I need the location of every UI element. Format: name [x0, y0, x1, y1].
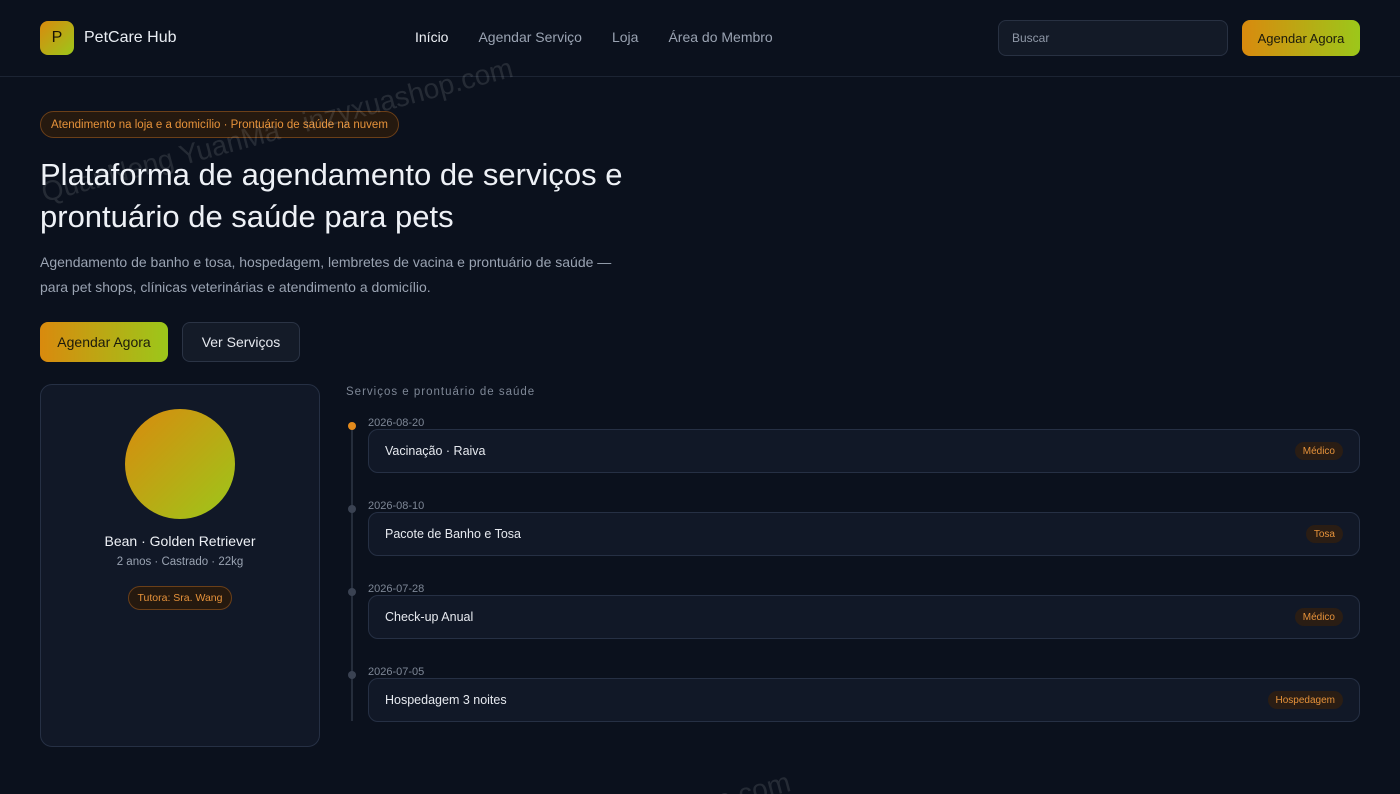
- main-nav: Início Agendar Serviço Loja Área do Memb…: [415, 29, 773, 45]
- timeline-entry-title: Hospedagem 3 noites: [385, 693, 507, 707]
- page: P PetCare Hub Início Agendar Serviço Loj…: [0, 0, 1400, 794]
- timeline-dot-icon: [348, 671, 356, 679]
- brand-name: PetCare Hub: [84, 29, 177, 46]
- timeline-entry-title: Check-up Anual: [385, 610, 474, 624]
- timeline-item: 2026-08-20 Vacinação · Raiva Médico: [346, 417, 1360, 512]
- timeline-heading: Serviços e prontuário de saúde: [346, 386, 536, 398]
- timeline-entry-card[interactable]: Check-up Anual Médico: [368, 595, 1360, 639]
- timeline-entry-card[interactable]: Pacote de Banho e Tosa Tosa: [368, 512, 1360, 556]
- nav-item-area-do-membro[interactable]: Área do Membro: [668, 29, 772, 45]
- timeline-entry-title: Pacote de Banho e Tosa: [385, 527, 521, 541]
- hero-feature-pill: Atendimento na loja e a domicílio · Pron…: [40, 111, 399, 138]
- nav-item-inicio[interactable]: Início: [415, 29, 448, 45]
- timeline-date: 2026-08-10: [368, 500, 425, 512]
- search-input[interactable]: [998, 20, 1228, 56]
- pet-name: Bean · Golden Retriever: [104, 533, 256, 549]
- category-tag: Hospedagem: [1267, 691, 1343, 709]
- pet-avatar: [125, 409, 235, 519]
- pet-details: 2 anos · Castrado · 22kg: [116, 556, 244, 568]
- timeline-date: 2026-07-05: [368, 666, 425, 678]
- pet-profile-card: Bean · Golden Retriever 2 anos · Castrad…: [40, 384, 320, 747]
- nav-item-agendar-servico[interactable]: Agendar Serviço: [478, 29, 582, 45]
- header-book-now-button[interactable]: Agendar Agora: [1242, 20, 1360, 56]
- nav-item-loja[interactable]: Loja: [612, 29, 638, 45]
- timeline-dot-icon: [348, 505, 356, 513]
- timeline-entry-card[interactable]: Vacinação · Raiva Médico: [368, 429, 1360, 473]
- hero-description: Agendamento de banho e tosa, hospedagem,…: [40, 254, 612, 295]
- category-tag: Médico: [1294, 608, 1343, 626]
- category-tag: Médico: [1294, 442, 1343, 460]
- owner-badge: Tutora: Sra. Wang: [128, 586, 232, 610]
- timeline-date: 2026-08-20: [368, 417, 425, 429]
- brand[interactable]: P PetCare Hub: [40, 21, 177, 55]
- brand-logo-icon: P: [40, 21, 74, 55]
- timeline-date: 2026-07-28: [368, 583, 425, 595]
- timeline-dot-icon: [348, 588, 356, 596]
- timeline-entry-title: Vacinação · Raiva: [385, 444, 486, 458]
- watermark: p.com: [712, 766, 794, 794]
- timeline-item: 2026-07-05 Hospedagem 3 noites Hospedage…: [346, 666, 1360, 761]
- category-tag: Tosa: [1305, 525, 1343, 543]
- hero-title: Plataforma de agendamento de serviços e …: [40, 157, 623, 234]
- top-header: P PetCare Hub Início Agendar Serviço Loj…: [0, 0, 1400, 77]
- timeline-dot-icon: [348, 422, 356, 430]
- timeline-item: 2026-07-28 Check-up Anual Médico: [346, 583, 1360, 678]
- timeline-entry-card[interactable]: Hospedagem 3 noites Hospedagem: [368, 678, 1360, 722]
- hero-book-now-button[interactable]: Agendar Agora: [40, 322, 168, 362]
- timeline-item: 2026-08-10 Pacote de Banho e Tosa Tosa: [346, 500, 1360, 595]
- view-services-button[interactable]: Ver Serviços: [182, 322, 300, 362]
